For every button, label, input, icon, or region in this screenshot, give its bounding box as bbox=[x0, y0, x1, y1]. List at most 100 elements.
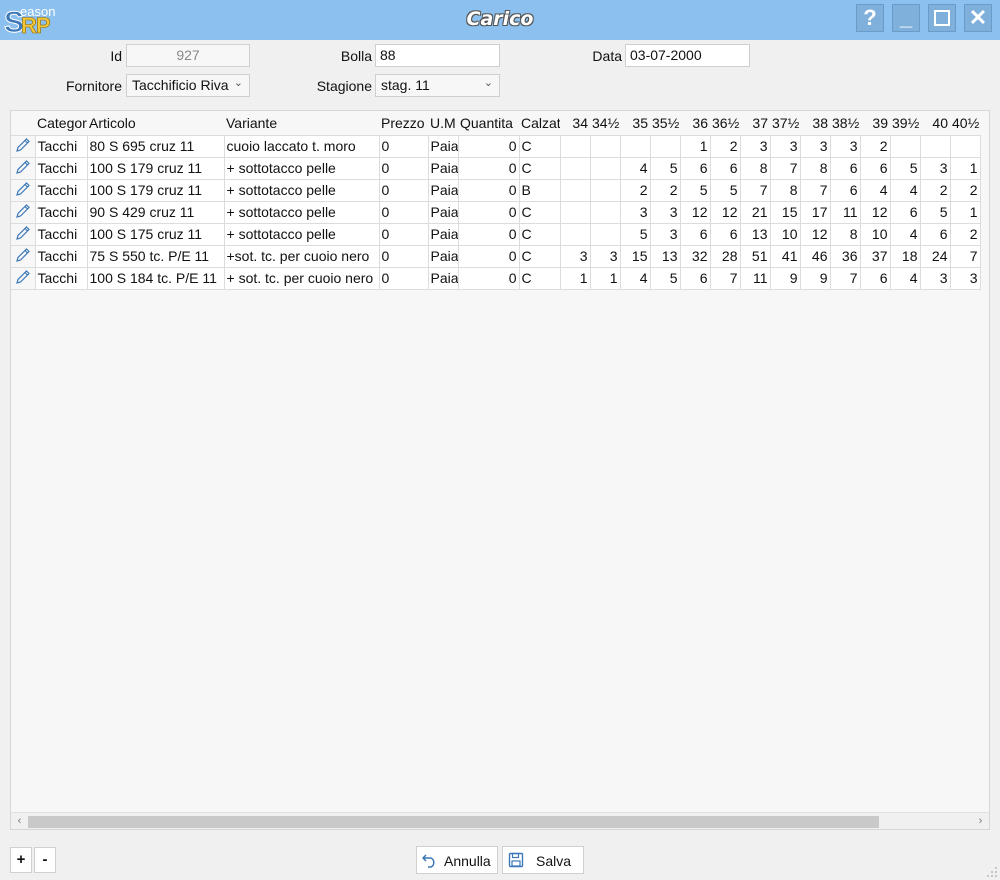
table-cell[interactable]: 0 bbox=[378, 200, 429, 224]
table-cell[interactable]: 7 bbox=[769, 156, 801, 180]
fornitore-select[interactable]: Tacchificio Riva ⌄ bbox=[126, 74, 250, 97]
table-cell[interactable]: 8 bbox=[769, 178, 801, 202]
table-cell[interactable] bbox=[919, 134, 951, 158]
column-header[interactable]: 40 bbox=[920, 111, 950, 135]
table-cell[interactable]: 0 bbox=[457, 134, 520, 158]
column-header-edit[interactable] bbox=[11, 111, 35, 135]
table-cell[interactable]: 7 bbox=[949, 244, 981, 268]
edit-row-button[interactable] bbox=[11, 156, 36, 180]
table-cell[interactable]: 6 bbox=[679, 156, 711, 180]
column-header[interactable]: 39½ bbox=[890, 111, 920, 135]
table-cell[interactable]: 100 S 179 cruz 11 bbox=[86, 156, 225, 180]
maximize-button[interactable] bbox=[928, 4, 956, 32]
table-cell[interactable]: +sot. tc. per cuoio nero bbox=[223, 244, 380, 268]
table-cell[interactable]: 51 bbox=[739, 244, 771, 268]
table-cell[interactable]: 5 bbox=[679, 178, 711, 202]
resize-grip-icon[interactable] bbox=[986, 866, 998, 878]
table-cell[interactable]: 3 bbox=[589, 244, 621, 268]
table-cell[interactable]: 12 bbox=[799, 222, 831, 246]
column-header[interactable]: 35½ bbox=[650, 111, 680, 135]
table-cell[interactable]: C bbox=[518, 200, 561, 224]
minimize-button[interactable]: _ bbox=[892, 4, 920, 32]
table-row[interactable]: Tacchi 100 S 175 cruz 11 + sottotacco pell… bbox=[11, 222, 981, 246]
table-cell[interactable]: + sottotacco pelle bbox=[223, 222, 380, 246]
table-cell[interactable]: 3 bbox=[799, 134, 831, 158]
table-cell[interactable]: 2 bbox=[859, 134, 891, 158]
table-cell[interactable] bbox=[619, 134, 651, 158]
items-grid[interactable]: Categor Articolo Variante Prezzo U.M Quantita… bbox=[10, 110, 990, 830]
table-cell[interactable]: 3 bbox=[919, 156, 951, 180]
table-row[interactable]: Tacchi 100 S 179 cruz 11 + sottotacco pell… bbox=[11, 178, 981, 202]
table-cell[interactable]: Tacchi bbox=[34, 156, 88, 180]
close-button[interactable]: ✕ bbox=[964, 4, 992, 32]
table-cell[interactable]: 3 bbox=[649, 200, 681, 224]
table-cell[interactable]: Paia bbox=[427, 222, 459, 246]
column-header[interactable]: 38 bbox=[800, 111, 830, 135]
table-cell[interactable]: 2 bbox=[709, 134, 741, 158]
table-cell[interactable]: 7 bbox=[829, 266, 861, 290]
table-cell[interactable]: 75 S 550 tc. P/E 11 bbox=[86, 244, 225, 268]
table-cell[interactable]: 41 bbox=[769, 244, 801, 268]
table-cell[interactable]: Tacchi bbox=[34, 222, 88, 246]
table-cell[interactable]: C bbox=[518, 156, 561, 180]
table-cell[interactable]: 6 bbox=[859, 266, 891, 290]
table-cell[interactable]: 2 bbox=[949, 178, 981, 202]
table-cell[interactable]: 3 bbox=[649, 222, 681, 246]
table-cell[interactable]: 100 S 179 cruz 11 bbox=[86, 178, 225, 202]
table-cell[interactable]: 24 bbox=[919, 244, 951, 268]
table-cell[interactable]: 0 bbox=[378, 222, 429, 246]
table-cell[interactable]: Tacchi bbox=[34, 200, 88, 224]
edit-row-button[interactable] bbox=[11, 266, 36, 290]
column-header[interactable]: 38½ bbox=[830, 111, 860, 135]
table-cell[interactable]: 4 bbox=[619, 266, 651, 290]
add-row-button[interactable]: + bbox=[10, 847, 32, 873]
column-header[interactable]: 34½ bbox=[590, 111, 620, 135]
table-cell[interactable]: 28 bbox=[709, 244, 741, 268]
table-cell[interactable]: 6 bbox=[829, 156, 861, 180]
help-button[interactable]: ? bbox=[856, 4, 884, 32]
column-header[interactable]: Articolo bbox=[87, 111, 224, 135]
edit-row-button[interactable] bbox=[11, 200, 36, 224]
table-cell[interactable]: 100 S 175 cruz 11 bbox=[86, 222, 225, 246]
table-cell[interactable]: 3 bbox=[919, 266, 951, 290]
table-cell[interactable]: 0 bbox=[378, 178, 429, 202]
table-cell[interactable]: 9 bbox=[769, 266, 801, 290]
edit-row-button[interactable] bbox=[11, 244, 36, 268]
table-cell[interactable]: 4 bbox=[889, 222, 921, 246]
table-cell[interactable]: + sottotacco pelle bbox=[223, 156, 380, 180]
save-button[interactable]: Salva bbox=[502, 846, 584, 874]
table-cell[interactable]: 1 bbox=[679, 134, 711, 158]
table-cell[interactable]: 2 bbox=[619, 178, 651, 202]
column-header[interactable]: Quantita bbox=[458, 111, 519, 135]
table-cell[interactable]: 0 bbox=[457, 200, 520, 224]
table-cell[interactable] bbox=[589, 222, 621, 246]
table-cell[interactable] bbox=[589, 134, 621, 158]
table-cell[interactable]: 8 bbox=[799, 156, 831, 180]
table-cell[interactable]: 0 bbox=[457, 156, 520, 180]
table-cell[interactable]: 6 bbox=[829, 178, 861, 202]
stagione-select[interactable]: stag. 11 ⌄ bbox=[375, 74, 500, 97]
table-cell[interactable]: 3 bbox=[769, 134, 801, 158]
table-cell[interactable]: 5 bbox=[649, 156, 681, 180]
table-cell[interactable]: 0 bbox=[457, 178, 520, 202]
table-cell[interactable]: 6 bbox=[919, 222, 951, 246]
table-cell[interactable]: 6 bbox=[889, 200, 921, 224]
edit-row-button[interactable] bbox=[11, 222, 36, 246]
table-cell[interactable]: 2 bbox=[949, 222, 981, 246]
table-cell[interactable]: 0 bbox=[457, 266, 520, 290]
table-cell[interactable]: Paia bbox=[427, 156, 459, 180]
cancel-button[interactable]: Annulla bbox=[416, 846, 498, 874]
table-cell[interactable]: 4 bbox=[619, 156, 651, 180]
table-cell[interactable] bbox=[589, 156, 621, 180]
table-cell[interactable]: 17 bbox=[799, 200, 831, 224]
table-cell[interactable]: 32 bbox=[679, 244, 711, 268]
column-header[interactable]: Variante bbox=[224, 111, 379, 135]
table-cell[interactable]: 15 bbox=[619, 244, 651, 268]
table-cell[interactable]: 6 bbox=[679, 266, 711, 290]
table-cell[interactable] bbox=[559, 156, 591, 180]
table-cell[interactable]: Tacchi bbox=[34, 244, 88, 268]
table-cell[interactable]: 12 bbox=[709, 200, 741, 224]
column-header[interactable]: 36 bbox=[680, 111, 710, 135]
table-cell[interactable]: Tacchi bbox=[34, 266, 88, 290]
table-row[interactable]: Tacchi 75 S 550 tc. P/E 11 +sot. tc. per c… bbox=[11, 244, 981, 268]
